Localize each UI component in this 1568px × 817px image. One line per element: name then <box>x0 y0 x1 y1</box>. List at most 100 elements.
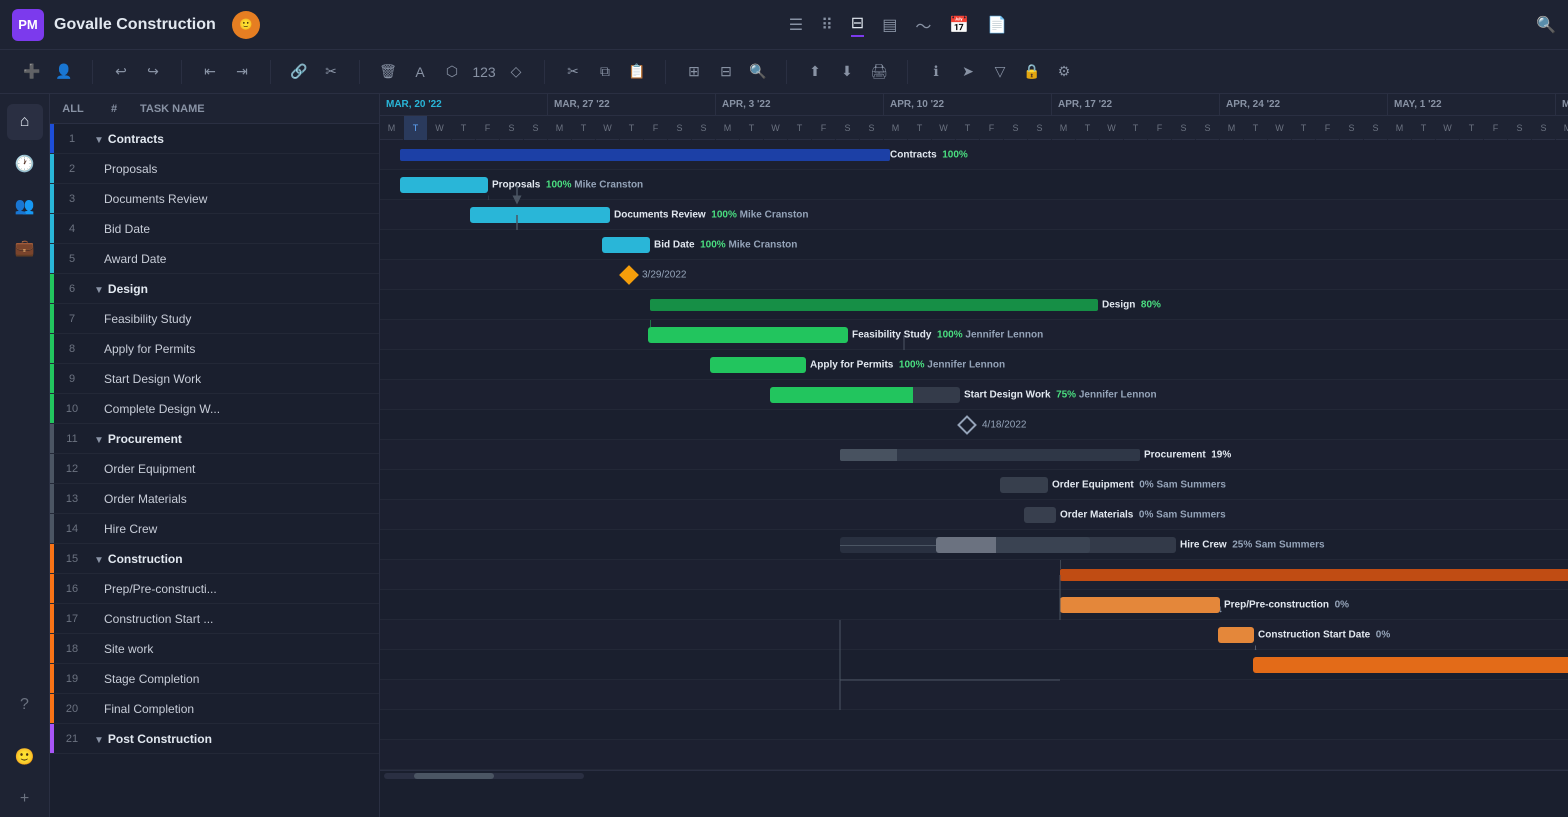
upload-button[interactable]: ⬇ <box>833 58 861 86</box>
chart-view-icon[interactable]: 〜 <box>915 13 931 37</box>
task-number: 13 <box>54 493 90 505</box>
add-user-button[interactable]: 👤 <box>50 58 78 86</box>
task-row[interactable]: 12 Order Equipment <box>50 454 379 484</box>
sidebar-home-icon[interactable]: ⌂ <box>7 104 43 140</box>
print-button[interactable]: 🖨 <box>865 58 893 86</box>
main-area: ⌂ 🕐 👥 💼 ? 🙂 + ALL # TASK NAME 1 ▼Contrac… <box>0 94 1568 817</box>
task-row[interactable]: 1 ▼Contracts <box>50 124 379 154</box>
gantt-row-14: Hire Crew 25% Sam Summers <box>380 530 1568 560</box>
day-label: S <box>1028 116 1052 140</box>
task-row[interactable]: 17 Construction Start ... <box>50 604 379 634</box>
week-label: APR, 17 '22 <box>1052 94 1220 115</box>
task-table-header: ALL # TASK NAME <box>50 94 379 124</box>
table-view-icon[interactable]: ▤ <box>882 15 897 35</box>
day-label: T <box>620 116 644 140</box>
user-avatar[interactable]: 🙂 <box>232 11 260 39</box>
week-label: APR, 3 '22 <box>716 94 884 115</box>
gantt-area[interactable]: MAR, 20 '22 MAR, 27 '22 APR, 3 '22 APR, … <box>380 94 1568 817</box>
task-row[interactable]: 3 Documents Review <box>50 184 379 214</box>
undo-button[interactable]: ↩ <box>107 58 135 86</box>
task-row[interactable]: 21 ▼Post Construction <box>50 724 379 754</box>
lock-button[interactable]: 🔒 <box>1018 58 1046 86</box>
task-name: Bid Date <box>90 222 379 236</box>
add-task-button[interactable]: ➕ <box>18 58 46 86</box>
day-label: S <box>1508 116 1532 140</box>
task-row[interactable]: 4 Bid Date <box>50 214 379 244</box>
doc-view-icon[interactable]: 📄 <box>987 15 1007 35</box>
gantt-row-1: Contracts 100% <box>380 140 1568 170</box>
sidebar-add-icon[interactable]: + <box>7 781 43 817</box>
task-row[interactable]: 11 ▼Procurement <box>50 424 379 454</box>
task-row[interactable]: 15 ▼Construction <box>50 544 379 574</box>
cut-button[interactable]: ✂ <box>559 58 587 86</box>
task-row[interactable]: 9 Start Design Work <box>50 364 379 394</box>
outdent-button[interactable]: ⇤ <box>196 58 224 86</box>
toolbar-group-misc: ℹ ➤ ▽ 🔒 ⚙ <box>916 58 1084 86</box>
day-label: S <box>524 116 548 140</box>
task-row[interactable]: 20 Final Completion <box>50 694 379 724</box>
day-label: T <box>1412 116 1436 140</box>
task-row[interactable]: 13 Order Materials <box>50 484 379 514</box>
link-button[interactable]: 🔗 <box>285 58 313 86</box>
unlink-button[interactable]: ✂ <box>317 58 345 86</box>
fill-button[interactable]: ⬡ <box>438 58 466 86</box>
sidebar-team-icon[interactable]: 👥 <box>7 188 43 224</box>
project-title: Govalle Construction <box>54 16 216 34</box>
gantt-row-8: Apply for Permits 100% Jennifer Lennon <box>380 350 1568 380</box>
sidebar-work-icon[interactable]: 💼 <box>7 230 43 266</box>
redo-button[interactable]: ↪ <box>139 58 167 86</box>
task-row[interactable]: 19 Stage Completion <box>50 664 379 694</box>
settings-button[interactable]: ⚙ <box>1050 58 1078 86</box>
toolbar-group-edit: 🗑 A ⬡ 123 ◇ <box>368 58 536 86</box>
task-row[interactable]: 6 ▼Design <box>50 274 379 304</box>
view-icon-2[interactable]: ⊟ <box>712 58 740 86</box>
col-all[interactable]: ALL <box>50 103 96 115</box>
copy-button[interactable]: ⧉ <box>591 58 619 86</box>
indent-button[interactable]: ⇥ <box>228 58 256 86</box>
task-row[interactable]: 7 Feasibility Study <box>50 304 379 334</box>
gantt-row-2: Proposals 100% Mike Cranston ↓ <box>380 170 1568 200</box>
filter-button[interactable]: ▽ <box>986 58 1014 86</box>
timeline-view-icon[interactable]: ⊟ <box>851 13 864 37</box>
day-label: M <box>716 116 740 140</box>
info-button[interactable]: ℹ <box>922 58 950 86</box>
font-button[interactable]: A <box>406 58 434 86</box>
view-icon-1[interactable]: ⊞ <box>680 58 708 86</box>
day-label: S <box>500 116 524 140</box>
col-name: TASK NAME <box>132 103 379 115</box>
task-row[interactable]: 8 Apply for Permits <box>50 334 379 364</box>
delete-button[interactable]: 🗑 <box>374 58 402 86</box>
export-button[interactable]: ⬆ <box>801 58 829 86</box>
gantt-row-16: Prep/Pre-construction 0% ↓ <box>380 590 1568 620</box>
task-name: Proposals <box>90 162 379 176</box>
task-row[interactable]: 2 Proposals <box>50 154 379 184</box>
task-row[interactable]: 10 Complete Design W... <box>50 394 379 424</box>
task-name: Order Materials <box>90 492 379 506</box>
search-icon[interactable]: 🔍 <box>1536 15 1556 35</box>
list-view-icon[interactable]: ☰ <box>789 15 803 35</box>
day-label: W <box>596 116 620 140</box>
gantt-row-9: Start Design Work 75% Jennifer Lennon <box>380 380 1568 410</box>
task-row[interactable]: 14 Hire Crew <box>50 514 379 544</box>
task-number: 16 <box>54 583 90 595</box>
calendar-view-icon[interactable]: 📅 <box>949 15 969 35</box>
sidebar-history-icon[interactable]: 🕐 <box>7 146 43 182</box>
grid-view-icon[interactable]: ⠿ <box>821 15 833 35</box>
task-name: ▼Construction <box>90 552 379 566</box>
day-label: T <box>956 116 980 140</box>
number-button[interactable]: 123 <box>470 58 498 86</box>
sidebar-help-icon[interactable]: ? <box>7 687 43 723</box>
zoom-button[interactable]: 🔍 <box>744 58 772 86</box>
task-row[interactable]: 18 Site work <box>50 634 379 664</box>
task-row[interactable]: 16 Prep/Pre-constructi... <box>50 574 379 604</box>
paste-button[interactable]: 📋 <box>623 58 651 86</box>
shape-button[interactable]: ◇ <box>502 58 530 86</box>
toolbar-group-undo: ↩ ↪ <box>101 58 173 86</box>
day-label: W <box>764 116 788 140</box>
sidebar-user-icon[interactable]: 🙂 <box>7 739 43 775</box>
task-name: ▼Procurement <box>90 432 379 446</box>
day-label: S <box>1532 116 1556 140</box>
task-row[interactable]: 5 Award Date <box>50 244 379 274</box>
share-button[interactable]: ➤ <box>954 58 982 86</box>
task-number: 5 <box>54 253 90 265</box>
